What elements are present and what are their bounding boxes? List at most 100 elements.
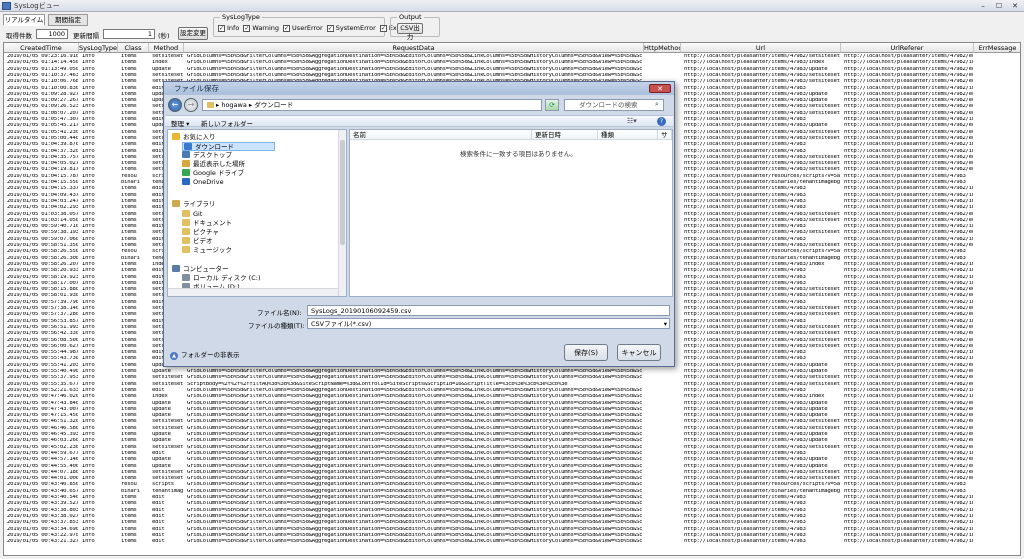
col-type-header[interactable]: 種類 bbox=[598, 130, 658, 140]
table-row[interactable]: 2019/01/05 00:46:46.580 Info items setsites… bbox=[4, 426, 1020, 432]
maximize-button[interactable]: ☐ bbox=[992, 1, 1006, 11]
tab-period[interactable]: 期間指定 bbox=[48, 14, 88, 26]
table-row[interactable]: 2019/01/05 00:55:40.490 Info items update Gr… bbox=[4, 369, 1020, 375]
search-input[interactable]: ダウンロードの検索 bbox=[564, 99, 664, 111]
table-row[interactable]: 2019/01/05 00:47:46.020 Info items index Gri… bbox=[4, 394, 1020, 400]
cell-class: items bbox=[121, 457, 137, 463]
organize-menu[interactable]: 整理 ▾ bbox=[171, 118, 189, 128]
nav-item-0[interactable]: お気に入り bbox=[172, 133, 216, 142]
cell-referer: http://localhost/pleasanter/items/47982/… bbox=[844, 381, 973, 387]
cell-request: GridColumns=%5b%5d&FilterColumns=%5b%5d&… bbox=[187, 520, 643, 526]
nav-scrollbar[interactable] bbox=[338, 130, 346, 296]
tab-realtime[interactable]: リアルタイム bbox=[3, 14, 45, 26]
filename-input[interactable]: SysLogs_20190106092459.csv bbox=[307, 305, 670, 316]
logtype-checkbox-info[interactable]: ✓ Info bbox=[218, 24, 239, 32]
table-row[interactable]: 2019/01/05 00:45:02.230 Info items setsites… bbox=[4, 445, 1020, 451]
nav-hscrollbar[interactable] bbox=[168, 288, 338, 296]
table-row[interactable]: 2019/01/05 01:13:49.050 Info items update Gr… bbox=[4, 67, 1020, 73]
col-size-header[interactable]: サ bbox=[658, 130, 672, 140]
csv-export-button[interactable]: CSV出力 bbox=[397, 23, 423, 41]
nav-item-12[interactable]: コンピューター bbox=[172, 265, 229, 274]
nav-item-13[interactable]: ローカル ディスク (C:) bbox=[182, 274, 260, 283]
close-button[interactable]: ✕ bbox=[1008, 1, 1022, 11]
table-row[interactable]: 2019/01/05 00:44:01.000 Info items setsites… bbox=[4, 476, 1020, 482]
refresh-icon[interactable]: ⟳ bbox=[545, 99, 559, 111]
table-row[interactable]: 2019/01/05 00:55:35.677 Info items setsites… bbox=[4, 381, 1020, 388]
table-row[interactable]: 2019/01/05 00:43:39.527 Info items edit Grid… bbox=[4, 501, 1020, 507]
cell-request: GridColumns=%5b%5d&FilterColumns=%5b%5d&… bbox=[187, 495, 643, 500]
table-row[interactable]: 2019/01/05 00:43:22.970 Info items edit Grid… bbox=[4, 532, 1020, 539]
table-row[interactable]: 2019/01/05 00:43:38.803 Info items edit Grid… bbox=[4, 508, 1020, 514]
help-icon[interactable]: ? bbox=[657, 117, 666, 126]
dialog-close-button[interactable]: ✕ bbox=[649, 84, 671, 93]
nav-item-2[interactable]: デスクトップ bbox=[182, 151, 232, 160]
table-row[interactable]: 2019/01/05 00:44:59.677 Info items edit Grid… bbox=[4, 451, 1020, 457]
col-name-header[interactable]: 名前 bbox=[350, 130, 532, 140]
table-row[interactable]: 2019/01/05 00:44:57.146 Info items update Gr… bbox=[4, 457, 1020, 463]
nav-item-4[interactable]: Google ドライブ bbox=[182, 169, 244, 178]
column-header-requestdata[interactable]: RequestData bbox=[184, 43, 644, 53]
table-row[interactable]: 2019/01/05 00:52:21.633 Info items edit Grid… bbox=[4, 388, 1020, 394]
cell-url: http://localhost/pleasanter/items/47983/… bbox=[684, 217, 840, 223]
table-row[interactable]: 2019/01/05 00:43:38.027 Info items edit Grid… bbox=[4, 514, 1020, 520]
nav-item-1[interactable]: ダウンロード bbox=[182, 142, 275, 151]
nav-item-7[interactable]: Git bbox=[182, 210, 202, 219]
apply-settings-button[interactable]: 設定変更 bbox=[178, 27, 208, 40]
cell-time: 2019/01/05 01:04:05.027 bbox=[7, 161, 78, 167]
hide-folders-toggle[interactable]: ▲ フォルダーの非表示 bbox=[170, 349, 240, 360]
table-row[interactable]: 2019/01/05 00:43:40.850 Info resou scripts G… bbox=[4, 482, 1020, 488]
table-row[interactable]: 2019/01/05 00:55:37.953 Info items setsites… bbox=[4, 375, 1020, 381]
table-row[interactable]: 2019/01/05 00:47:43.840 Info items update Gr… bbox=[4, 401, 1020, 407]
table-row[interactable]: 2019/01/05 00:43:40.540 Info items edit Grid… bbox=[4, 495, 1020, 501]
cell-referer: http://localhost/pleasanter/items/47982/… bbox=[844, 369, 973, 374]
column-header-url[interactable]: Url bbox=[681, 43, 841, 53]
nav-item-10[interactable]: ビデオ bbox=[182, 237, 213, 246]
fetch-count-input[interactable]: 1000 bbox=[36, 29, 68, 39]
table-row[interactable]: 2019/01/05 00:44:07.180 Info items setsites… bbox=[4, 470, 1020, 476]
nav-item-5[interactable]: OneDrive bbox=[182, 178, 224, 187]
table-row[interactable]: 2019/01/05 00:47:15.450 Info items update Gr… bbox=[4, 413, 1020, 419]
logtype-checkbox-systemerror[interactable]: ✓ SystemError bbox=[326, 24, 376, 32]
address-bar[interactable]: ▸ hogawa ▸ ダウンロード bbox=[202, 99, 542, 111]
nav-scroll-thumb[interactable] bbox=[340, 140, 345, 245]
cancel-button[interactable]: キャンセル bbox=[617, 344, 661, 361]
table-row[interactable]: 2019/01/05 00:43:40.657 Info binari tenanti… bbox=[4, 489, 1020, 495]
save-button[interactable]: 保存(S) bbox=[564, 344, 608, 361]
column-header-method[interactable]: Method bbox=[149, 43, 184, 53]
table-row[interactable]: 2019/01/05 00:43:21.327 Info items edit Grid… bbox=[4, 539, 1020, 545]
filetype-select[interactable]: CSVファイル(*.csv) ▾ bbox=[307, 318, 670, 329]
table-row[interactable]: 2019/01/05 01:10:37.463 Info items setsites… bbox=[4, 73, 1020, 79]
table-row[interactable]: 2019/01/05 00:46:03.260 Info items update Gr… bbox=[4, 438, 1020, 444]
minimize-button[interactable]: – bbox=[976, 1, 990, 11]
table-row[interactable]: 2019/01/05 00:43:37.853 Info items edit Grid… bbox=[4, 520, 1020, 526]
column-header-syslogtype[interactable]: SysLogType bbox=[79, 43, 118, 53]
nav-item-6[interactable]: ライブラリ bbox=[172, 200, 216, 209]
col-modified-header[interactable]: 更新日時 bbox=[532, 130, 598, 140]
nav-item-9[interactable]: ピクチャ bbox=[182, 228, 219, 237]
new-folder-button[interactable]: 新しいフォルダー bbox=[201, 118, 253, 128]
logtype-checkbox-usererror[interactable]: ✓ UserError bbox=[283, 24, 323, 32]
column-header-httpmethod[interactable]: HttpMethod bbox=[644, 43, 681, 53]
cell-url: http://localhost/pleasanter/items/47983 bbox=[684, 501, 806, 507]
view-options-icon[interactable]: ☷▾ bbox=[627, 117, 637, 125]
table-row[interactable]: 2019/01/05 00:46:51.320 Info items setsites… bbox=[4, 419, 1020, 425]
nav-item-8[interactable]: ドキュメント bbox=[182, 219, 232, 228]
nav-item-3[interactable]: 最近表示した場所 bbox=[182, 160, 245, 169]
forward-arrow-icon[interactable]: → bbox=[184, 98, 198, 112]
column-header-class[interactable]: Class bbox=[118, 43, 149, 53]
table-row[interactable]: 2019/01/05 00:46:45.393 Info items update Gr… bbox=[4, 432, 1020, 438]
cell-url: http://localhost/pleasanter/items/47983 bbox=[684, 532, 806, 538]
column-header-urlreferer[interactable]: UrlReferer bbox=[841, 43, 974, 53]
table-row[interactable]: 2019/01/05 00:43:34.690 Info items edit Grid… bbox=[4, 527, 1020, 533]
table-row[interactable]: 2019/01/05 01:14:14.450 Info items index Gri… bbox=[4, 60, 1020, 66]
interval-input[interactable]: 1 bbox=[103, 29, 155, 39]
column-header-createdtime[interactable]: CreatedTime bbox=[4, 43, 79, 53]
nav-item-11[interactable]: ミュージック bbox=[182, 246, 232, 255]
back-arrow-icon[interactable]: ← bbox=[168, 98, 182, 112]
logtype-checkbox-warning[interactable]: ✓ Warning bbox=[243, 24, 279, 32]
table-row[interactable]: 2019/01/05 00:47:43.007 Info items update Gr… bbox=[4, 407, 1020, 413]
column-header-errmessage[interactable]: ErrMessage bbox=[974, 43, 1020, 53]
table-row[interactable]: 2019/01/05 00:44:55.400 Info items update Gr… bbox=[4, 464, 1020, 470]
cell-referer: http://localhost/pleasanter/items/47982/… bbox=[844, 129, 973, 135]
table-row[interactable]: 2019/01/05 09:23:16.910 Info items setsites… bbox=[4, 54, 1020, 60]
